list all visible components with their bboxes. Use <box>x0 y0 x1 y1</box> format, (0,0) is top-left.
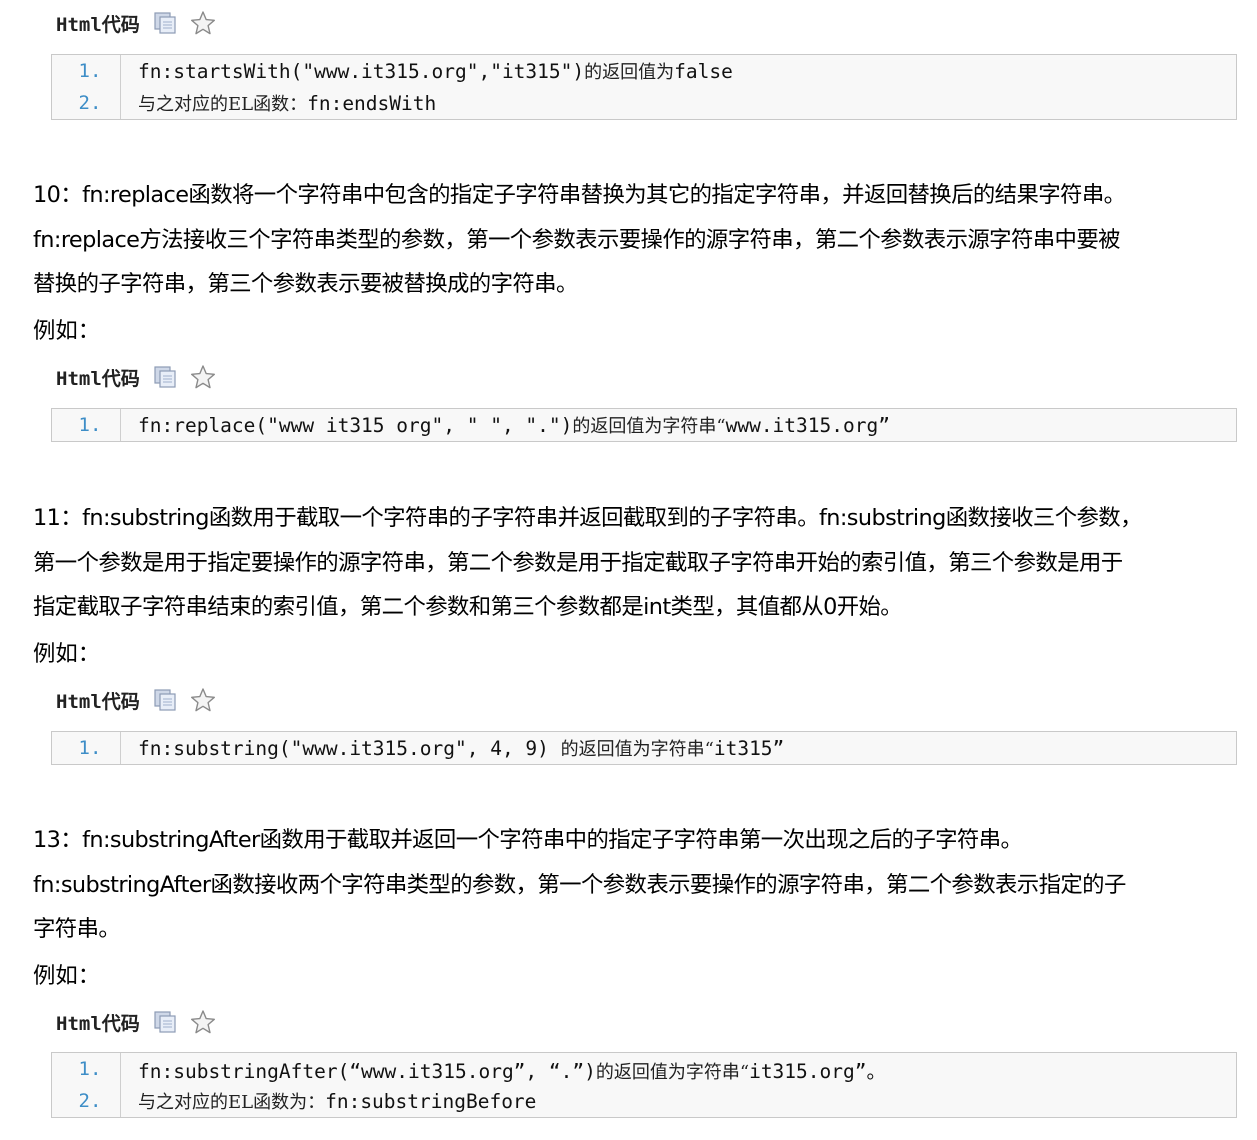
paragraph: 13：fn:substringAfter函数用于截取并返回一个字符串中的指定子字… <box>33 827 1126 942</box>
code-line: 1. fn:substringAfter(“www.it315.org”, “.… <box>52 1053 1236 1085</box>
code-text: fn:substring("www.it315.org", 4, 9) 的返回值… <box>138 737 785 760</box>
code-line: 1. fn:startsWith("www.it315.org","it315"… <box>52 55 1236 87</box>
copy-icon[interactable] <box>152 10 178 36</box>
star-icon[interactable] <box>190 687 216 713</box>
code-text: fn:replace("www it315 org", " ", ".")的返回… <box>138 414 890 437</box>
code-header: Html代码 <box>56 7 216 39</box>
line-number: 1. <box>78 60 102 82</box>
copy-icon[interactable] <box>152 687 178 713</box>
example-label: 例如： <box>33 318 101 344</box>
copy-icon[interactable] <box>152 364 178 390</box>
code-header-label: Html代码 <box>56 1012 140 1035</box>
code-line: 1. fn:replace("www it315 org", " ", ".")… <box>52 409 1236 441</box>
code-line: 2. 与之对应的EL函数：fn:endsWith <box>52 87 1236 119</box>
line-number: 1. <box>78 414 102 436</box>
example-label: 例如： <box>33 641 101 667</box>
code-block: 1. fn:substringAfter(“www.it315.org”, “.… <box>51 1052 1237 1118</box>
copy-icon[interactable] <box>152 1009 178 1035</box>
star-icon[interactable] <box>190 10 216 36</box>
code-text: fn:startsWith("www.it315.org","it315")的返… <box>138 60 733 83</box>
code-text: 与之对应的EL函数：fn:endsWith <box>138 92 437 115</box>
code-line: 2. 与之对应的EL函数为：fn:substringBefore <box>52 1085 1236 1117</box>
star-icon[interactable] <box>190 364 216 390</box>
code-line: 1. fn:substring("www.it315.org", 4, 9) 的… <box>52 732 1236 764</box>
code-text: 与之对应的EL函数为：fn:substringBefore <box>138 1090 537 1113</box>
line-number: 1. <box>78 1058 102 1080</box>
code-header: Html代码 <box>56 361 216 393</box>
code-header-label: Html代码 <box>56 367 140 390</box>
example-label: 例如： <box>33 963 101 989</box>
code-header: Html代码 <box>56 684 216 716</box>
code-header: Html代码 <box>56 1006 216 1038</box>
paragraph: 10：fn:replace函数将一个字符串中包含的指定子字符串替换为其它的指定字… <box>33 182 1126 297</box>
code-text: fn:substringAfter(“www.it315.org”, “.”)的… <box>138 1059 886 1083</box>
star-icon[interactable] <box>190 1009 216 1035</box>
paragraph: 11：fn:substring函数用于截取一个字符串的子字符串并返回截取到的子字… <box>33 505 1142 620</box>
code-header-label: Html代码 <box>56 13 140 36</box>
code-block: 1. fn:substring("www.it315.org", 4, 9) 的… <box>51 731 1237 765</box>
code-block: 1. fn:startsWith("www.it315.org","it315"… <box>51 54 1237 120</box>
code-header-label: Html代码 <box>56 690 140 713</box>
line-number: 2. <box>78 92 102 114</box>
line-number: 1. <box>78 737 102 759</box>
line-number: 2. <box>78 1090 102 1112</box>
code-block: 1. fn:replace("www it315 org", " ", ".")… <box>51 408 1237 442</box>
page: Html代码 1. fn:startsWith("www.it315.org",… <box>0 0 1257 1140</box>
